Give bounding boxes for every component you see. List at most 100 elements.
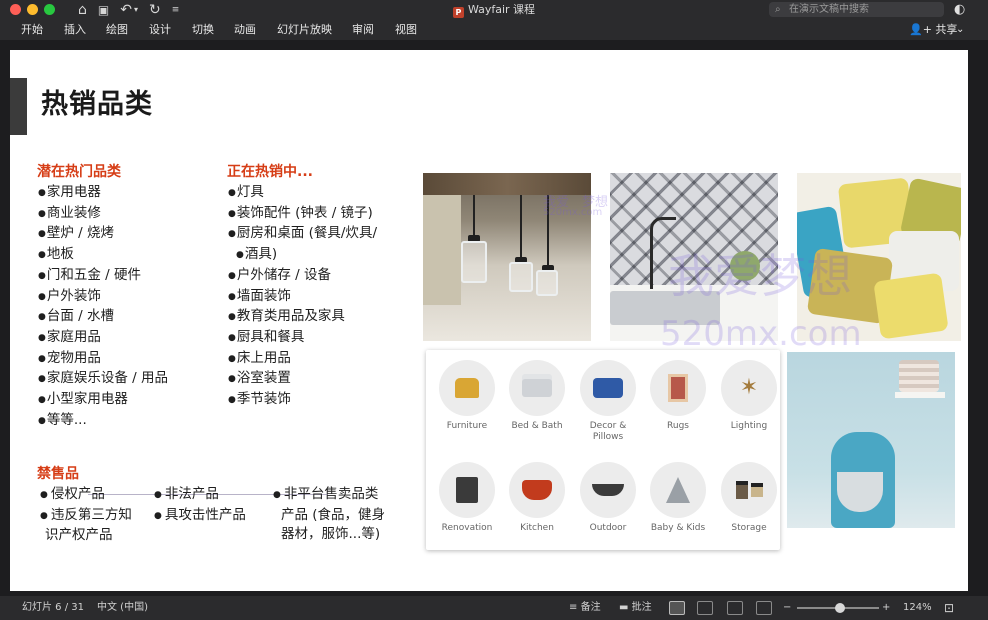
minimize-window-button[interactable] xyxy=(27,4,38,15)
slide-canvas: 热销品类 潜在热门品类 家用电器 商业装修 壁炉 / 烧烤 地板 门和五金 / … xyxy=(0,40,988,596)
tab-view[interactable]: 视图 xyxy=(395,22,417,37)
notes-icon: ≡ xyxy=(569,602,578,613)
tab-draw[interactable]: 绘图 xyxy=(106,22,128,37)
tab-animations[interactable]: 动画 xyxy=(234,22,256,37)
tab-home[interactable]: 开始 xyxy=(21,22,43,37)
list-item: ● 违反第三方知 xyxy=(40,506,132,523)
list-item: 厨房和桌面 (餐具/炊具/ xyxy=(228,224,377,245)
list-item-continuation: 酒具) xyxy=(228,245,377,266)
zoom-slider-handle[interactable] xyxy=(835,603,845,613)
close-window-button[interactable] xyxy=(10,4,21,15)
teepee-icon xyxy=(650,462,706,518)
potential-heading[interactable]: 潜在热门品类 xyxy=(37,163,121,181)
appliance-icon xyxy=(439,462,495,518)
tab-transitions[interactable]: 切换 xyxy=(192,22,214,37)
list-item: 家庭用品 xyxy=(38,328,168,349)
tab-review[interactable]: 审阅 xyxy=(352,22,374,37)
reading-view-button[interactable] xyxy=(727,601,743,615)
category-storage[interactable]: Storage xyxy=(714,462,784,534)
slide-sorter-button[interactable] xyxy=(697,601,713,615)
stand-mixer-photo[interactable] xyxy=(787,352,955,552)
title-accent-bar xyxy=(10,78,27,135)
zoom-in-button[interactable]: + xyxy=(882,596,890,620)
list-item: 门和五金 / 硬件 xyxy=(38,266,168,287)
jars-icon xyxy=(721,462,777,518)
notes-button[interactable]: ≡ 备注 xyxy=(569,596,601,620)
category-baby-kids[interactable]: Baby & Kids xyxy=(643,462,713,534)
share-button[interactable]: 👤+ 共享 xyxy=(909,22,957,37)
list-item: 厨具和餐具 xyxy=(228,328,377,349)
banned-col-1[interactable]: ● 侵权产品 ● 违反第三方知 识产权产品 xyxy=(40,485,132,546)
potential-list[interactable]: 家用电器 商业装修 壁炉 / 烧烤 地板 门和五金 / 硬件 户外装饰 台面 /… xyxy=(38,183,168,431)
window-controls xyxy=(10,4,55,15)
list-item-continuation: 产品 (食品，健身 xyxy=(281,506,386,523)
pillows-photo[interactable] xyxy=(797,173,961,341)
list-item: 户外储存 / 设备 xyxy=(228,266,377,287)
category-grid[interactable]: Furniture Bed & Bath Decor & Pillows Rugs… xyxy=(426,350,780,550)
undo-icon[interactable]: ↶ xyxy=(120,1,132,19)
list-item: ● 侵权产品 xyxy=(40,486,105,502)
language-indicator[interactable]: 中文 (中国) xyxy=(97,596,148,620)
list-item: 墙面装饰 xyxy=(228,287,377,308)
slide-title[interactable]: 热销品类 xyxy=(41,88,153,122)
quick-access-toolbar: ⌂ ▣ ↶ ▾ ↻ ≡ xyxy=(78,1,179,19)
pillow-icon xyxy=(580,360,636,416)
ribbon-tabs: 开始 插入 绘图 设计 切换 动画 幻灯片放映 审阅 视图 👤+ 共享 ⌄ xyxy=(0,20,988,40)
share-label: 共享 xyxy=(935,23,958,36)
tab-insert[interactable]: 插入 xyxy=(64,22,86,37)
category-renovation[interactable]: Renovation xyxy=(432,462,502,534)
towels-icon xyxy=(509,360,565,416)
home-icon[interactable]: ⌂ xyxy=(78,1,87,19)
slide-counter: 幻灯片 6 / 31 xyxy=(22,602,84,613)
tab-slideshow[interactable]: 幻灯片放映 xyxy=(277,22,332,37)
fit-to-window-icon[interactable]: ⊡ xyxy=(944,596,954,620)
list-item: ● 非法产品 xyxy=(154,486,219,502)
zoom-out-button[interactable]: − xyxy=(783,596,791,620)
category-rugs[interactable]: Rugs xyxy=(643,360,713,432)
list-item: 壁炉 / 烧烤 xyxy=(38,224,168,245)
chandelier-icon: ✶ xyxy=(721,360,777,416)
category-kitchen[interactable]: Kitchen xyxy=(502,462,572,534)
redo-icon[interactable]: ↻ xyxy=(149,1,161,19)
account-icon[interactable]: ◐ xyxy=(954,2,965,17)
save-icon[interactable]: ▣ xyxy=(98,1,109,19)
list-item: 浴室装置 xyxy=(228,369,377,390)
list-item: 宠物用品 xyxy=(38,349,168,370)
add-person-icon: 👤+ xyxy=(909,23,932,36)
hot-heading[interactable]: 正在热销中... xyxy=(227,163,313,181)
zoom-level[interactable]: 124% xyxy=(903,596,932,620)
list-item: 商业装修 xyxy=(38,204,168,225)
zoom-window-button[interactable] xyxy=(44,4,55,15)
customize-toolbar-icon[interactable]: ≡ xyxy=(172,1,180,19)
dutch-oven-icon xyxy=(509,462,565,518)
list-item: 装饰配件 (钟表 / 镜子) xyxy=(228,204,377,225)
comments-button[interactable]: ▬ 批注 xyxy=(619,596,652,620)
category-outdoor[interactable]: Outdoor xyxy=(573,462,643,534)
banned-col-2[interactable]: ● 非法产品 ● 具攻击性产品 xyxy=(154,485,246,526)
search-box[interactable]: ⌕ 在演示文稿中搜索 xyxy=(769,2,944,17)
slide[interactable]: 热销品类 潜在热门品类 家用电器 商业装修 壁炉 / 烧烤 地板 门和五金 / … xyxy=(10,50,968,591)
pendant-lights-photo[interactable] xyxy=(423,173,591,341)
slideshow-view-button[interactable] xyxy=(756,601,772,615)
chevron-down-icon[interactable]: ⌄ xyxy=(956,22,964,37)
list-item: 教育类用品及家具 xyxy=(228,307,377,328)
list-item-continuation: 识产权产品 xyxy=(45,527,113,543)
category-furniture[interactable]: Furniture xyxy=(432,360,502,432)
category-lighting[interactable]: ✶ Lighting xyxy=(714,360,784,432)
hot-list[interactable]: 灯具 装饰配件 (钟表 / 镜子) 厨房和桌面 (餐具/炊具/ 酒具) 户外储存… xyxy=(228,183,377,411)
category-decor-pillows[interactable]: Decor & Pillows xyxy=(573,360,643,443)
list-item: 地板 xyxy=(38,245,168,266)
banned-heading[interactable]: 禁售品 xyxy=(37,465,79,483)
undo-dropdown-icon[interactable]: ▾ xyxy=(134,1,138,19)
kitchen-sink-photo[interactable] xyxy=(610,173,778,341)
banned-col-3[interactable]: ● 非平台售卖品类 产品 (食品，健身 器材，服饰...等) xyxy=(273,485,385,545)
list-item: 灯具 xyxy=(228,183,377,204)
rug-icon xyxy=(650,360,706,416)
status-bar: 幻灯片 6 / 31 中文 (中国) ≡ 备注 ▬ 批注 − + 124% ⊡ xyxy=(0,596,988,620)
normal-view-button[interactable] xyxy=(669,601,685,615)
tab-design[interactable]: 设计 xyxy=(149,22,171,37)
list-item: 家庭娱乐设备 / 用品 xyxy=(38,369,168,390)
powerpoint-icon: P xyxy=(452,7,464,18)
category-bed-bath[interactable]: Bed & Bath xyxy=(502,360,572,432)
search-placeholder: 在演示文稿中搜索 xyxy=(789,4,869,15)
